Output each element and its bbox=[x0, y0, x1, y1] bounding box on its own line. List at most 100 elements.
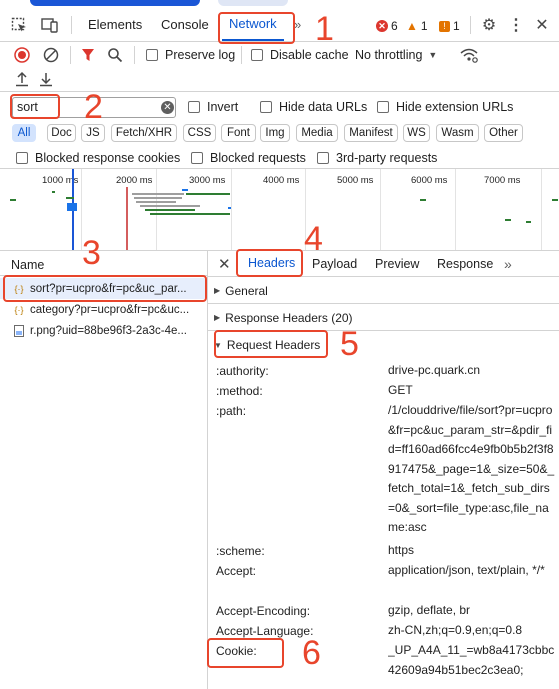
error-count-value: 6 bbox=[391, 19, 398, 33]
clear-icon[interactable] bbox=[43, 47, 59, 63]
type-filter-fetch-xhr[interactable]: Fetch/XHR bbox=[111, 124, 177, 142]
section-response-headers-label: Response Headers (20) bbox=[225, 310, 353, 325]
throttling-select[interactable]: No throttling ▼ bbox=[355, 48, 437, 62]
section-general[interactable]: ▶ General bbox=[208, 278, 559, 304]
type-filter-wasm[interactable]: Wasm bbox=[436, 124, 479, 142]
filter-icon[interactable] bbox=[80, 47, 96, 63]
blocked-requests-checkbox[interactable]: Blocked requests bbox=[191, 151, 306, 165]
warning-icon: ▲ bbox=[406, 19, 418, 33]
type-filter-img[interactable]: Img bbox=[260, 124, 290, 142]
tab-elements[interactable]: Elements bbox=[88, 8, 142, 41]
more-options-icon[interactable]: ⋮ bbox=[508, 16, 524, 34]
network-conditions-icon[interactable] bbox=[459, 47, 479, 63]
tab-response[interactable]: Response bbox=[437, 251, 493, 277]
divider bbox=[241, 46, 242, 64]
disable-cache-label: Disable cache bbox=[270, 48, 349, 62]
device-toolbar-icon[interactable] bbox=[40, 16, 60, 34]
issue-count[interactable]: ! 1 bbox=[439, 19, 460, 33]
network-toolbar: Preserve log Disable cache No throttling… bbox=[0, 42, 559, 68]
blocked-cookies-checkbox[interactable]: Blocked response cookies bbox=[16, 151, 180, 165]
error-count[interactable]: ✕ 6 bbox=[376, 19, 398, 33]
invert-label: Invert bbox=[207, 100, 239, 114]
annotation-number: 2 bbox=[84, 88, 103, 126]
preserve-log-label: Preserve log bbox=[165, 48, 236, 62]
clear-filter-icon[interactable]: ✕ bbox=[161, 101, 174, 114]
annotation-box bbox=[3, 275, 207, 302]
annotation-box bbox=[218, 12, 295, 44]
header-key: :method: bbox=[216, 384, 263, 398]
checkbox-box bbox=[16, 152, 28, 164]
invert-checkbox[interactable]: Invert bbox=[188, 100, 238, 114]
divider bbox=[134, 46, 135, 64]
checkbox-box bbox=[251, 49, 263, 61]
request-details-panel: ✕ Headers Payload Preview Response » ▶ G… bbox=[208, 251, 559, 689]
tab-console[interactable]: Console bbox=[161, 8, 209, 41]
page-button-secondary bbox=[218, 0, 288, 6]
divider bbox=[470, 16, 471, 34]
inspect-element-icon[interactable] bbox=[10, 16, 28, 34]
type-filter-css[interactable]: CSS bbox=[183, 124, 216, 142]
blocked-filters: Blocked response cookies Blocked request… bbox=[0, 146, 559, 169]
header-value: https bbox=[388, 543, 415, 557]
divider bbox=[71, 16, 72, 34]
page-strip bbox=[0, 0, 559, 8]
header-value: _UP_A4A_11_=wb8a4173cbbc42609a94b51bec2c… bbox=[388, 643, 555, 677]
issue-count-value: 1 bbox=[453, 19, 460, 33]
fetch-xhr-icon: {·} bbox=[14, 304, 24, 315]
request-row[interactable]: r.png?uid=88be96f3-2a3c-4e... bbox=[0, 320, 207, 341]
blocked-requests-label: Blocked requests bbox=[210, 151, 306, 165]
header-value: application/json, text/plain, */* bbox=[388, 563, 545, 577]
annotation-box bbox=[207, 638, 284, 668]
type-filter-doc[interactable]: Doc bbox=[47, 124, 76, 142]
type-filter-other[interactable]: Other bbox=[484, 124, 523, 142]
header-key: :scheme: bbox=[216, 544, 265, 558]
header-value: GET bbox=[388, 383, 413, 397]
header-key: Accept: bbox=[216, 564, 257, 578]
third-party-checkbox[interactable]: 3rd-party requests bbox=[317, 151, 437, 165]
record-icon[interactable] bbox=[14, 47, 30, 63]
type-filter-media[interactable]: Media bbox=[296, 124, 338, 142]
request-name: r.png?uid=88be96f3-2a3c-4e... bbox=[30, 324, 187, 337]
divider bbox=[70, 46, 71, 64]
type-filter-ws[interactable]: WS bbox=[403, 124, 430, 142]
header-key: Accept-Language: bbox=[216, 624, 314, 638]
request-row[interactable]: {·} category?pr=ucpro&fr=pc&uc... bbox=[0, 299, 207, 320]
type-filter-all[interactable]: All bbox=[12, 124, 36, 142]
blocked-cookies-label: Blocked response cookies bbox=[35, 151, 181, 165]
checkbox-box bbox=[188, 101, 200, 113]
request-list: Name {·} sort?pr=ucpro&fr=pc&uc_par... {… bbox=[0, 251, 208, 689]
section-response-headers[interactable]: ▶ Response Headers (20) bbox=[208, 305, 559, 331]
third-party-label: 3rd-party requests bbox=[336, 151, 438, 165]
annotation-number: 5 bbox=[340, 325, 359, 363]
checkbox-box bbox=[377, 101, 389, 113]
type-filter-font[interactable]: Font bbox=[221, 124, 256, 142]
more-tabs-icon[interactable]: » bbox=[504, 251, 512, 277]
type-filter-manifest[interactable]: Manifest bbox=[344, 124, 398, 142]
error-icon: ✕ bbox=[376, 20, 388, 32]
settings-gear-icon[interactable]: ⚙ bbox=[480, 16, 498, 34]
header-value: gzip, deflate, br bbox=[388, 603, 471, 617]
expand-triangle-icon: ▶ bbox=[214, 286, 221, 295]
request-name: category?pr=ucpro&fr=pc&uc... bbox=[30, 303, 190, 316]
checkbox-box bbox=[146, 49, 158, 61]
hide-extension-urls-checkbox[interactable]: Hide extension URLs bbox=[377, 100, 513, 114]
close-details-icon[interactable]: ✕ bbox=[218, 251, 231, 277]
disable-cache-checkbox[interactable]: Disable cache bbox=[251, 48, 349, 62]
search-icon[interactable] bbox=[107, 47, 123, 63]
close-devtools-icon[interactable]: ✕ bbox=[533, 16, 551, 34]
hide-data-urls-checkbox[interactable]: Hide data URLs bbox=[260, 100, 367, 114]
annotation-number: 1 bbox=[315, 10, 334, 48]
import-har-icon[interactable] bbox=[14, 71, 30, 87]
annotation-number: 4 bbox=[304, 220, 323, 258]
type-filter-js[interactable]: JS bbox=[81, 124, 105, 142]
annotation-box bbox=[10, 94, 60, 119]
checkbox-box bbox=[191, 152, 203, 164]
header-key: :path: bbox=[216, 404, 247, 418]
tab-preview[interactable]: Preview bbox=[375, 251, 419, 277]
warning-count[interactable]: ▲ 1 bbox=[406, 19, 428, 33]
image-file-icon bbox=[13, 324, 25, 337]
export-har-icon[interactable] bbox=[38, 71, 54, 87]
more-tabs-icon[interactable]: » bbox=[294, 8, 301, 41]
name-column-header[interactable]: Name bbox=[0, 251, 208, 276]
preserve-log-checkbox[interactable]: Preserve log bbox=[146, 48, 235, 62]
